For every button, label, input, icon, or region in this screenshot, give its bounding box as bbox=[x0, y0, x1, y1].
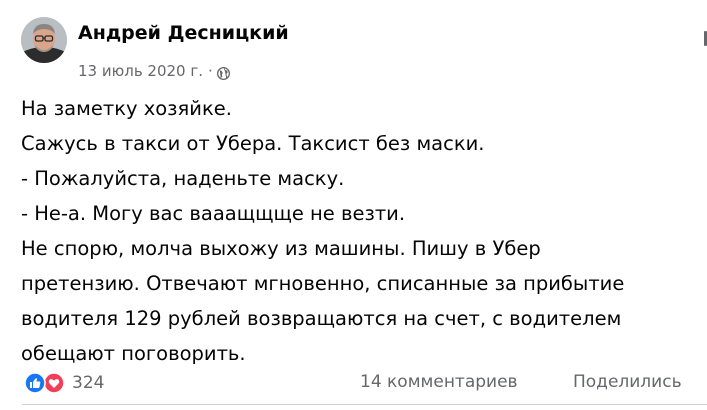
author-photo bbox=[21, 17, 67, 63]
post-date[interactable]: 13 июль 2020 г. bbox=[78, 62, 203, 80]
post-text-line: претензию. Отвечают мгновенно, списанные… bbox=[21, 272, 625, 295]
post-meta: 13 июль 2020 г. · bbox=[78, 61, 230, 81]
footer-divider bbox=[22, 404, 707, 405]
globe-icon bbox=[216, 66, 230, 80]
reactions-summary[interactable]: 324 bbox=[24, 372, 104, 394]
post-text-line: - Пожалуйста, наденьте маску. bbox=[21, 167, 345, 190]
love-icon bbox=[43, 372, 65, 394]
post-text: На заметку хозяйке. Сажусь в такси от Уб… bbox=[21, 91, 701, 371]
post-text-line: - Не-а. Могу вас вааащщще не везти. bbox=[21, 202, 406, 225]
meta-separator: · bbox=[208, 62, 213, 80]
author-name[interactable]: Андрей Десницкий bbox=[78, 22, 289, 44]
facebook-post: Андрей Десницкий 13 июль 2020 г. · На за… bbox=[0, 0, 707, 410]
post-text-line: обещают поговорить. bbox=[21, 342, 246, 365]
author-avatar[interactable] bbox=[21, 17, 67, 63]
reaction-icons bbox=[24, 372, 68, 394]
post-text-line: Не спорю, молча выхожу из машины. Пишу в… bbox=[21, 237, 541, 260]
post-text-line: На заметку хозяйке. bbox=[21, 97, 232, 120]
post-footer: 324 14 комментариев Поделились bbox=[0, 370, 707, 398]
comments-count-link[interactable]: 14 комментариев bbox=[360, 372, 518, 392]
post-text-line: Сажусь в такси от Убера. Таксист без мас… bbox=[21, 132, 485, 155]
post-text-line: водителя 129 рублей возвращаются на счет… bbox=[21, 307, 622, 330]
like-icon bbox=[24, 372, 46, 394]
reaction-count: 324 bbox=[72, 373, 105, 393]
shares-count-link[interactable]: Поделились bbox=[573, 372, 682, 392]
